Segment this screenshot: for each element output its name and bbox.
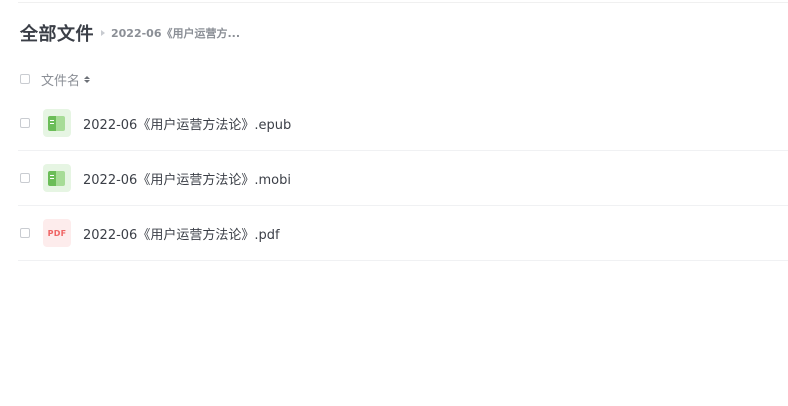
file-row[interactable]: 2022-06《用户运营方法论》.mobi (18, 151, 788, 206)
pdf-icon: PDF (43, 219, 71, 247)
ebook-icon (43, 109, 71, 137)
file-checkbox[interactable] (20, 173, 30, 183)
list-header: 文件名 (20, 70, 91, 89)
select-all-checkbox[interactable] (20, 74, 30, 84)
sort-up-icon (84, 75, 91, 79)
ebook-icon (43, 164, 71, 192)
name-column-header[interactable]: 文件名 (41, 70, 80, 89)
sort-down-icon (84, 79, 91, 83)
breadcrumb: 全部文件 2022-06《用户运营方... (20, 20, 240, 46)
file-name[interactable]: 2022-06《用户运营方法论》.mobi (83, 169, 291, 188)
file-row[interactable]: 2022-06《用户运营方法论》.epub (18, 96, 788, 151)
top-divider (18, 2, 788, 3)
file-row[interactable]: PDF 2022-06《用户运营方法论》.pdf (18, 206, 788, 261)
pdf-icon-label: PDF (47, 228, 67, 238)
breadcrumb-separator-icon (101, 30, 105, 36)
file-browser: 全部文件 2022-06《用户运营方... 文件名 2022-06《用户运营方法… (0, 0, 788, 406)
file-list: 2022-06《用户运营方法论》.epub 2022-06《用户运营方法论》.m… (18, 96, 788, 261)
file-checkbox[interactable] (20, 118, 30, 128)
file-name[interactable]: 2022-06《用户运营方法论》.pdf (83, 224, 280, 243)
breadcrumb-root-link[interactable]: 全部文件 (20, 20, 94, 46)
file-name[interactable]: 2022-06《用户运营方法论》.epub (83, 114, 291, 133)
sort-icon[interactable] (84, 75, 91, 83)
breadcrumb-current-folder: 2022-06《用户运营方... (111, 27, 241, 40)
file-checkbox[interactable] (20, 228, 30, 238)
